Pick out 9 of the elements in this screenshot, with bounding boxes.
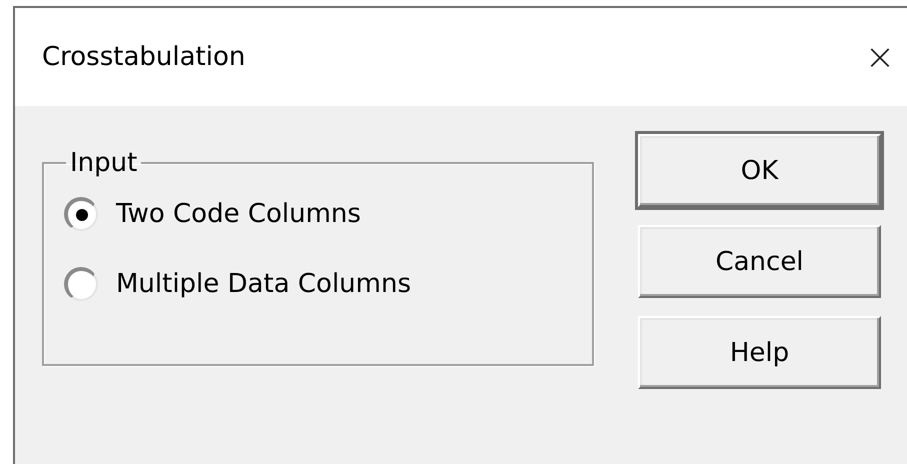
dialog-button[interactable]: OK — [638, 134, 881, 207]
dialog-button[interactable]: Help — [638, 316, 881, 389]
window-title: Crosstabulation — [42, 42, 246, 72]
radio-button[interactable] — [64, 197, 98, 231]
group-label: Input — [69, 148, 138, 178]
close-button[interactable]: × — [852, 36, 907, 78]
radio-button[interactable] — [64, 267, 98, 301]
dialog-button[interactable]: Cancel — [638, 225, 881, 298]
radio-option[interactable]: Multiple Data Columns — [64, 244, 592, 324]
